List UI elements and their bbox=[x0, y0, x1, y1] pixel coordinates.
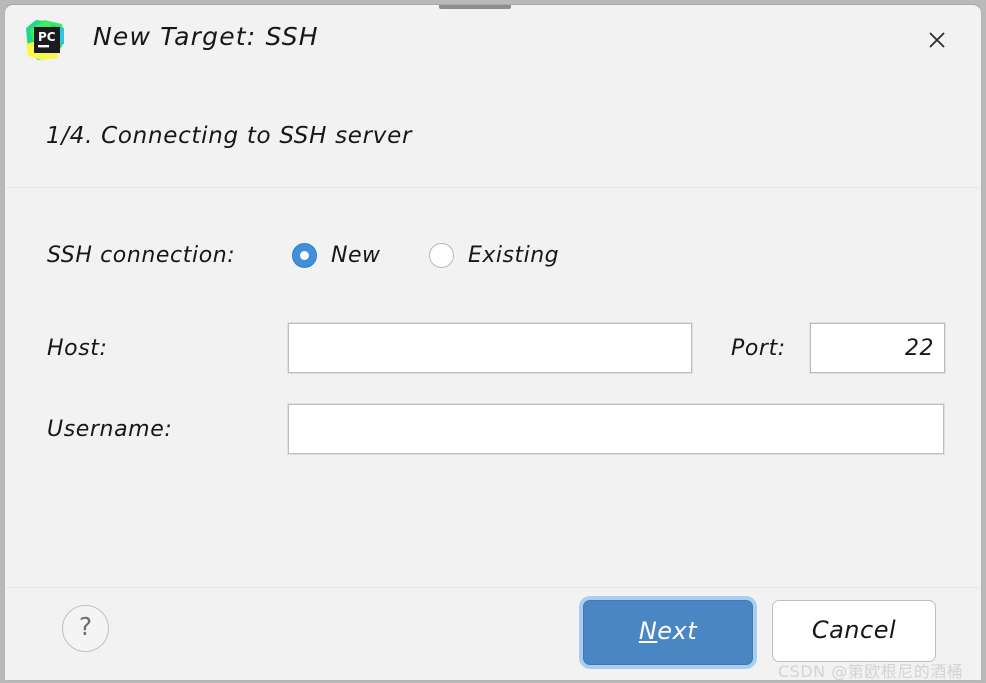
cancel-button-label: Cancel bbox=[811, 616, 897, 644]
watermark: CSDN @第欧根尼的酒桶 bbox=[778, 662, 964, 681]
next-button-label: Next bbox=[584, 601, 752, 662]
ssh-connection-label: SSH connection: bbox=[47, 243, 236, 268]
username-input[interactable] bbox=[288, 404, 944, 454]
username-label: Username: bbox=[47, 417, 173, 442]
radio-new-dot bbox=[292, 242, 317, 268]
ssh-connection-row: SSH connection: New Existing bbox=[5, 235, 981, 279]
form-area: SSH connection: New Existing Host: Port:… bbox=[5, 188, 981, 587]
radio-existing[interactable]: Existing bbox=[429, 235, 559, 275]
host-input[interactable] bbox=[288, 323, 692, 373]
close-icon[interactable] bbox=[917, 22, 957, 56]
next-label-rest: ext bbox=[657, 617, 698, 645]
help-icon-glyph: ? bbox=[78, 612, 93, 641]
pycharm-icon: PC bbox=[22, 18, 66, 62]
next-button[interactable]: Next bbox=[583, 600, 753, 665]
next-mnemonic: N bbox=[638, 617, 658, 645]
dialog-window: PC New Target: SSH 1/4. Connecting to SS… bbox=[4, 4, 982, 681]
radio-new[interactable]: New bbox=[292, 235, 381, 275]
radio-new-label: New bbox=[331, 242, 381, 268]
page-title: New Target: SSH bbox=[93, 22, 319, 51]
host-label: Host: bbox=[47, 336, 108, 361]
dialog-titlebar: PC New Target: SSH bbox=[5, 5, 981, 77]
help-icon[interactable]: ? bbox=[62, 605, 109, 652]
radio-existing-label: Existing bbox=[468, 242, 560, 268]
port-input[interactable] bbox=[810, 323, 945, 373]
svg-text:PC: PC bbox=[38, 30, 56, 44]
step-indicator: 1/4. Connecting to SSH server bbox=[46, 123, 413, 149]
cancel-button[interactable]: Cancel bbox=[772, 600, 936, 662]
port-label: Port: bbox=[731, 336, 786, 361]
radio-existing-dot bbox=[429, 242, 454, 268]
